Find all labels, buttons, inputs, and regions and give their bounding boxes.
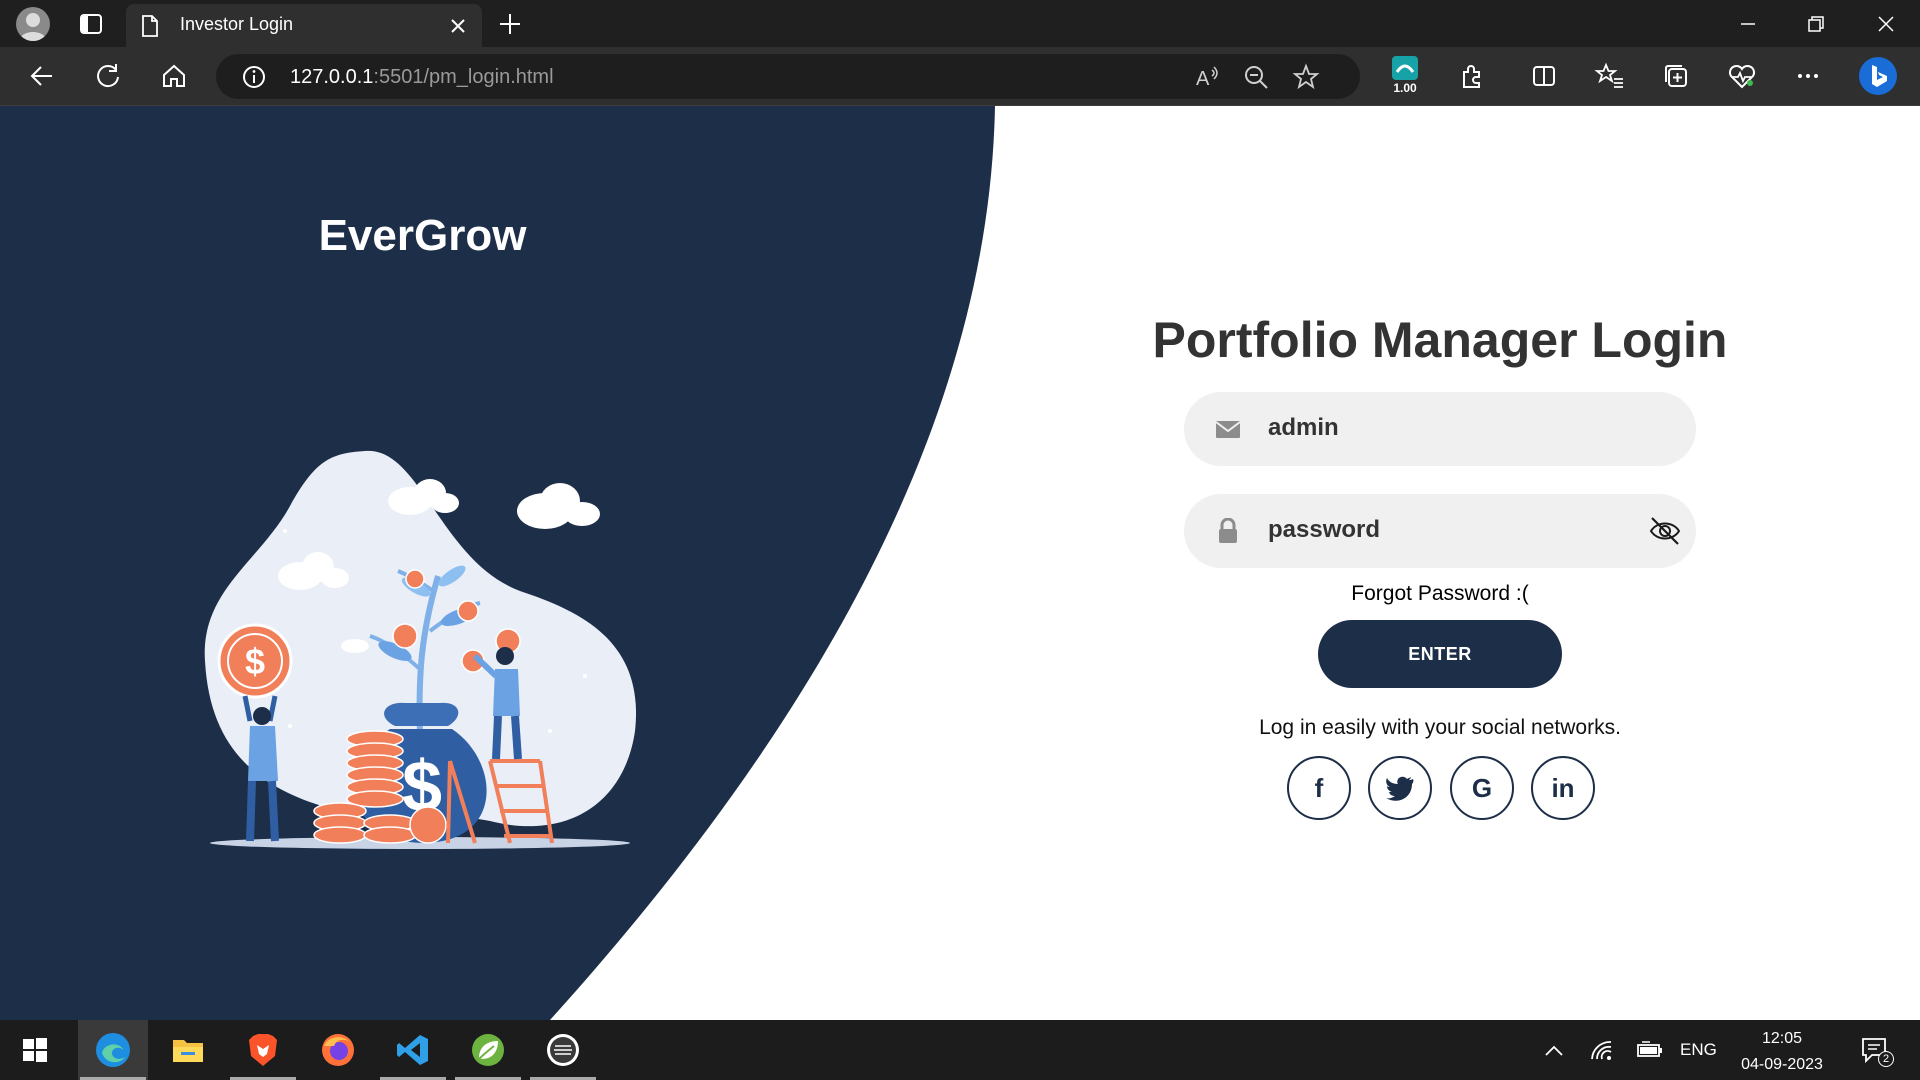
- url-text[interactable]: 127.0.0.1:5501/pm_login.html: [290, 66, 554, 89]
- site-info-icon[interactable]: [238, 61, 270, 93]
- page-icon: [140, 15, 160, 37]
- username-input[interactable]: [1268, 414, 1648, 442]
- twitter-icon: [1386, 776, 1414, 801]
- restore-icon[interactable]: [1800, 8, 1832, 40]
- extensions-puzzle-icon[interactable]: [1456, 60, 1488, 92]
- username-field[interactable]: [1184, 392, 1696, 466]
- notification-count-badge: 2: [1878, 1051, 1894, 1067]
- language-indicator[interactable]: ENG: [1680, 1040, 1717, 1060]
- facebook-login-button[interactable]: f: [1287, 756, 1351, 820]
- close-tab-icon[interactable]: [447, 15, 469, 37]
- collections-icon[interactable]: [1660, 60, 1692, 92]
- refresh-icon[interactable]: [92, 60, 124, 92]
- svg-text:A: A: [1196, 68, 1210, 90]
- address-bar[interactable]: 127.0.0.1:5501/pm_login.html A: [216, 54, 1360, 99]
- password-input[interactable]: [1268, 516, 1648, 544]
- profile-avatar-icon[interactable]: [16, 7, 50, 41]
- split-screen-icon[interactable]: [1528, 60, 1560, 92]
- linkedin-icon: in: [1551, 772, 1575, 803]
- new-tab-icon[interactable]: [496, 10, 524, 38]
- active-tab[interactable]: Investor Login: [126, 4, 482, 47]
- taskbar-eclipse[interactable]: [528, 1020, 598, 1080]
- page-content: EverGrow $ $ Portfolio Manager Login adm…: [0, 106, 1920, 1020]
- wifi-icon[interactable]: [1586, 1020, 1618, 1080]
- notifications-icon[interactable]: 2: [1854, 1020, 1896, 1080]
- close-window-icon[interactable]: [1870, 8, 1902, 40]
- spring-leaf-icon: [472, 1034, 504, 1066]
- show-hidden-icons-chevron-icon[interactable]: [1538, 1020, 1570, 1080]
- lock-icon: [1214, 517, 1242, 544]
- read-aloud-icon[interactable]: A: [1191, 61, 1223, 93]
- taskbar-vscode[interactable]: [378, 1020, 448, 1080]
- edge-icon: [96, 1033, 130, 1067]
- windows-taskbar: ENG 12:05 04-09-2023 2: [0, 1020, 1920, 1080]
- login-panel: Portfolio Manager Login Forgot Password …: [1150, 106, 1730, 1020]
- forgot-password-link[interactable]: Forgot Password :(: [1150, 582, 1730, 606]
- brand-title: EverGrow: [318, 211, 527, 260]
- google-login-button[interactable]: G: [1450, 756, 1514, 820]
- facebook-icon: f: [1314, 772, 1324, 803]
- bing-copilot-icon[interactable]: [1858, 56, 1898, 96]
- login-title: Portfolio Manager Login: [1152, 312, 1728, 368]
- more-options-icon[interactable]: [1792, 60, 1824, 92]
- extension-badge-icon[interactable]: 1.00: [1390, 54, 1420, 96]
- home-icon[interactable]: [158, 60, 190, 92]
- social-login-prompt: Log in easily with your social networks.: [1259, 716, 1621, 739]
- clock-time: 12:05: [1761, 1030, 1803, 1047]
- envelope-icon: [1214, 416, 1242, 442]
- investment-illustration: $ $: [204, 450, 637, 849]
- vscode-icon: [397, 1035, 428, 1065]
- folder-icon: [173, 1040, 203, 1062]
- eclipse-icon: [547, 1034, 579, 1066]
- favorites-icon[interactable]: [1594, 60, 1626, 92]
- password-field[interactable]: [1184, 494, 1696, 568]
- tab-title: Investor Login: [180, 14, 294, 34]
- brave-lion-icon: [249, 1034, 277, 1066]
- clock-date: 04-09-2023: [1741, 1056, 1823, 1073]
- svg-text:$: $: [245, 641, 265, 682]
- back-icon[interactable]: [26, 60, 58, 92]
- taskbar-brave[interactable]: [228, 1020, 298, 1080]
- taskbar-edge[interactable]: [78, 1020, 148, 1080]
- extension-badge-value: 1.00: [1393, 81, 1417, 95]
- twitter-login-button[interactable]: [1368, 756, 1432, 820]
- taskbar-file-explorer[interactable]: [153, 1020, 223, 1080]
- browser-essentials-icon[interactable]: [1726, 60, 1758, 92]
- favorite-star-icon[interactable]: [1290, 61, 1322, 93]
- zoom-out-icon[interactable]: [1240, 61, 1272, 93]
- firefox-icon: [322, 1034, 354, 1066]
- hide-password-eye-icon[interactable]: [1648, 515, 1682, 547]
- enter-button[interactable]: ENTER: [1318, 620, 1562, 688]
- linkedin-login-button[interactable]: in: [1531, 756, 1595, 820]
- battery-icon[interactable]: [1632, 1020, 1668, 1080]
- url-path: :5501/pm_login.html: [373, 66, 554, 88]
- taskbar-firefox[interactable]: [303, 1020, 373, 1080]
- google-icon: G: [1471, 772, 1493, 803]
- browser-tab-bar: Investor Login: [0, 0, 1920, 47]
- windows-logo-icon: [23, 1038, 47, 1062]
- taskbar-spring-tools[interactable]: [453, 1020, 523, 1080]
- minimize-icon[interactable]: [1732, 8, 1764, 40]
- tab-actions-icon[interactable]: [76, 10, 106, 38]
- system-clock[interactable]: 12:05 04-09-2023: [1730, 1026, 1834, 1078]
- start-button[interactable]: [0, 1020, 70, 1080]
- url-host: 127.0.0.1: [290, 66, 374, 88]
- browser-toolbar: 127.0.0.1:5501/pm_login.html A 1.00: [0, 47, 1920, 106]
